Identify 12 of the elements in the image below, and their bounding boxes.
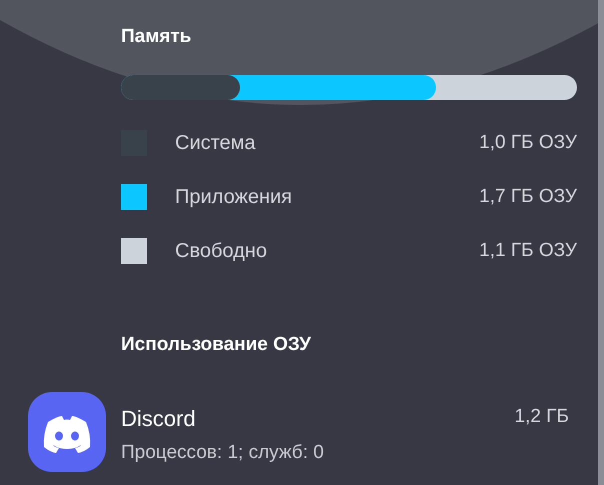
section-title: Память: [121, 25, 192, 49]
legend-label: Свободно: [175, 240, 268, 262]
app-icon[interactable]: [28, 392, 106, 472]
legend-label: Система: [175, 132, 257, 154]
legend-value: 1,1 ГБ ОЗУ: [479, 240, 577, 262]
app-name: Discord: [121, 406, 197, 432]
app-size: 1,2 ГБ: [514, 405, 569, 428]
legend-label: Приложения: [175, 186, 294, 208]
legend-value: 1,7 ГБ ОЗУ: [479, 186, 577, 208]
section-title: Использование ОЗУ: [121, 333, 312, 357]
legend-value: 1,0 ГБ ОЗУ: [479, 132, 577, 154]
app-details: Процессов: 1; служб: 0: [121, 442, 325, 464]
